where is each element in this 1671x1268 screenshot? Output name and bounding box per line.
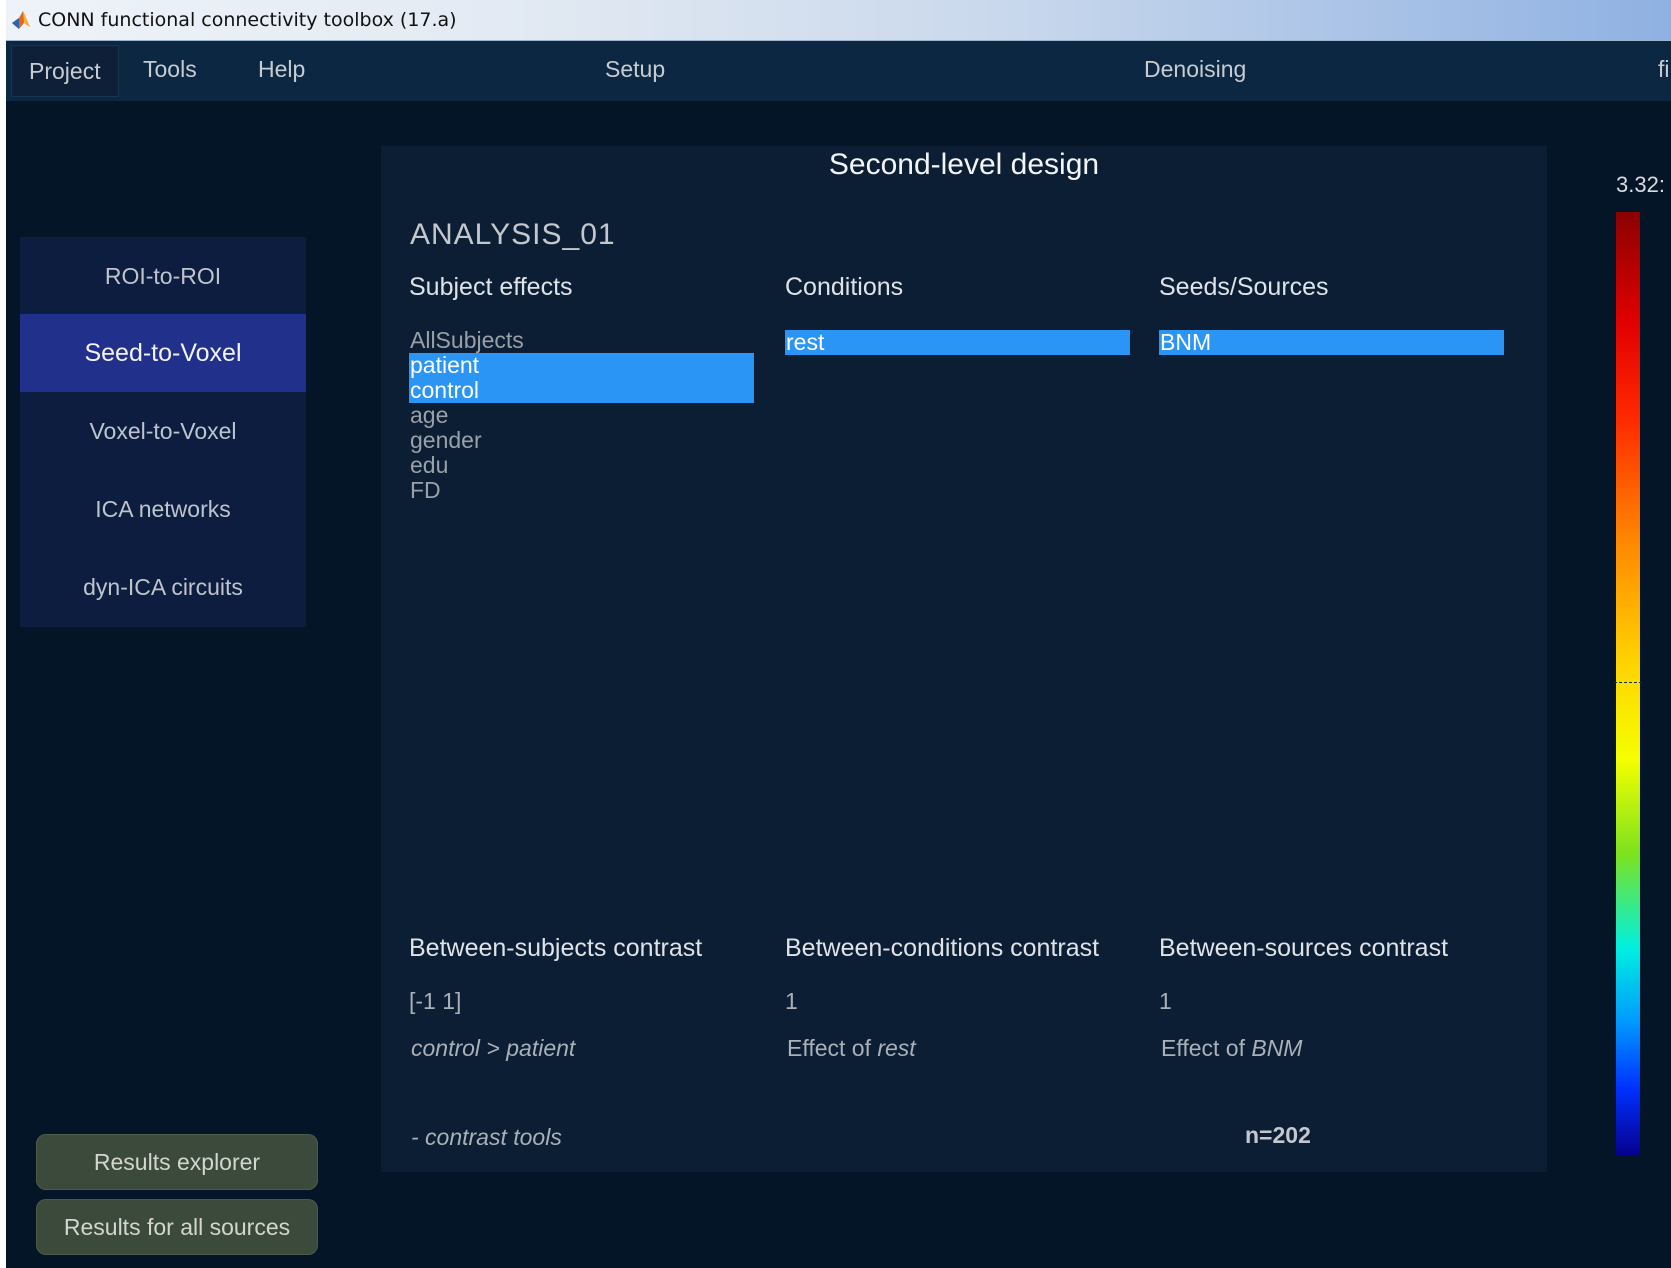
analysis-name[interactable]: ANALYSIS_01 <box>410 218 616 252</box>
contrast-tools-link[interactable]: - contrast tools <box>411 1124 562 1151</box>
second-level-panel: Second-level design ANALYSIS_01 Subject … <box>381 146 1547 1172</box>
matlab-logo-icon <box>12 11 30 29</box>
results-explorer-button[interactable]: Results explorer <box>36 1134 318 1190</box>
sources-header: Seeds/Sources <box>1159 273 1329 301</box>
subject-count: n=202 <box>1245 1122 1311 1148</box>
subject-effects-list[interactable]: AllSubjects patient control age gender e… <box>409 328 754 503</box>
menu-bar: Project Tools Help Setup Denoising fi <box>6 41 1671 101</box>
subject-effects-header: Subject effects <box>409 273 573 301</box>
between-sources-contrast-field[interactable]: 1 <box>1159 988 1172 1015</box>
description-term: BNM <box>1251 1035 1303 1061</box>
sources-list[interactable]: BNM <box>1159 330 1504 355</box>
list-item[interactable]: patient <box>409 353 754 378</box>
between-sources-description: Effect of BNM <box>1161 1035 1302 1062</box>
conditions-header: Conditions <box>785 273 904 301</box>
menu-help[interactable]: Help <box>258 41 305 97</box>
list-item[interactable]: AllSubjects <box>409 328 754 353</box>
nav-voxel-to-voxel[interactable]: Voxel-to-Voxel <box>20 392 306 470</box>
description-term: rest <box>877 1035 916 1061</box>
menu-tools[interactable]: Tools <box>143 41 197 97</box>
list-item[interactable]: edu <box>409 453 754 478</box>
between-conditions-description: Effect of rest <box>787 1035 916 1062</box>
conn-window: CONN functional connectivity toolbox (17… <box>6 0 1671 1268</box>
analysis-type-nav: ROI-to-ROI Seed-to-Voxel Voxel-to-Voxel … <box>20 237 306 627</box>
menu-project[interactable]: Project <box>11 45 119 97</box>
colorbar-max-label: 3.32: <box>1616 172 1665 197</box>
nav-seed-to-voxel[interactable]: Seed-to-Voxel <box>20 314 306 392</box>
nav-dyn-ica-circuits[interactable]: dyn-ICA circuits <box>20 548 306 626</box>
between-subjects-header: Between-subjects contrast <box>409 934 703 962</box>
description-text: control > patient <box>411 1035 576 1061</box>
list-item[interactable]: age <box>409 403 754 428</box>
colorbar <box>1616 212 1640 1155</box>
between-subjects-contrast-field[interactable]: [-1 1] <box>409 988 461 1015</box>
conditions-list[interactable]: rest <box>785 330 1130 355</box>
tab-setup[interactable]: Setup <box>605 41 665 97</box>
nav-ica-networks[interactable]: ICA networks <box>20 470 306 548</box>
between-conditions-header: Between-conditions contrast <box>785 934 1100 962</box>
colorbar-threshold-marker <box>1614 682 1642 683</box>
nav-roi-to-roi[interactable]: ROI-to-ROI <box>20 237 306 315</box>
list-item[interactable]: gender <box>409 428 754 453</box>
tab-denoising[interactable]: Denoising <box>1144 41 1246 97</box>
results-all-sources-button[interactable]: Results for all sources <box>36 1199 318 1255</box>
window-title: CONN functional connectivity toolbox (17… <box>38 9 457 31</box>
between-sources-header: Between-sources contrast <box>1159 934 1449 962</box>
list-item[interactable]: BNM <box>1159 330 1504 355</box>
description-prefix: Effect of <box>787 1035 878 1061</box>
tab-first-level[interactable]: fi <box>1658 41 1670 97</box>
list-item[interactable]: control <box>409 378 754 403</box>
title-bar: CONN functional connectivity toolbox (17… <box>6 0 1671 41</box>
panel-title: Second-level design <box>828 148 1100 181</box>
between-conditions-contrast-field[interactable]: 1 <box>785 988 798 1015</box>
between-subjects-description: control > patient <box>411 1035 575 1062</box>
description-prefix: Effect of <box>1161 1035 1252 1061</box>
list-item[interactable]: FD <box>409 478 754 503</box>
list-item[interactable]: rest <box>785 330 1130 355</box>
